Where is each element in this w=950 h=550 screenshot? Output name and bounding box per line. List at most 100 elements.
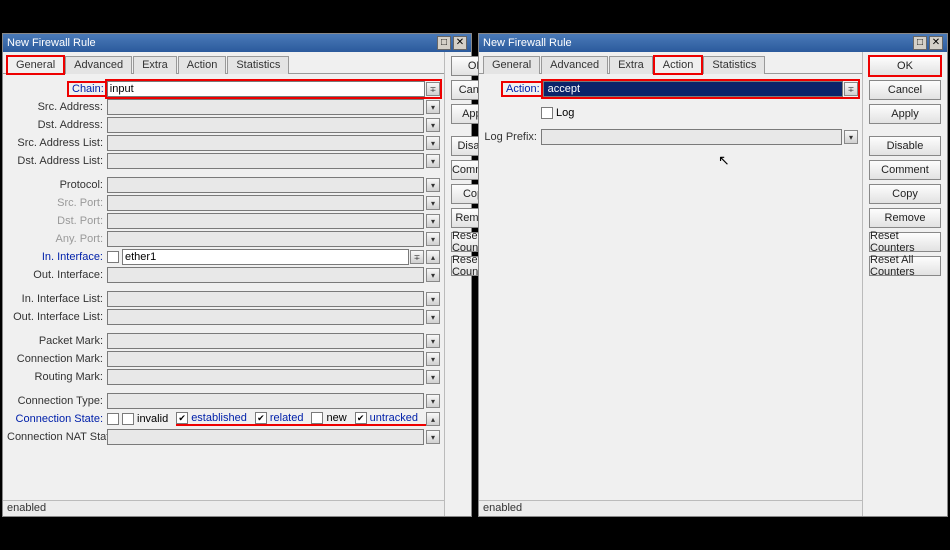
label-dst-address: Dst. Address: <box>7 119 107 131</box>
label-src-port: Src. Port: <box>7 197 107 209</box>
button-panel: OK Cancel Apply Disable Comment Copy Rem… <box>863 52 947 516</box>
dst-address-list-input[interactable] <box>107 153 424 169</box>
protocol-input[interactable] <box>107 177 424 193</box>
label-connection-type: Connection Type: <box>7 395 107 407</box>
tab-statistics[interactable]: Statistics <box>703 56 765 74</box>
expand-icon[interactable]: ▾ <box>426 118 440 132</box>
established-checkbox[interactable] <box>176 412 188 424</box>
label-chain: Chain: <box>69 83 107 95</box>
action-dropdown-icon[interactable]: ∓ <box>844 82 858 96</box>
collapse-icon[interactable]: ▴ <box>426 412 440 426</box>
connection-type-input[interactable] <box>107 393 424 409</box>
in-interface-input[interactable]: ether1 <box>122 249 409 265</box>
ok-button[interactable]: OK <box>869 56 941 76</box>
close-icon[interactable]: ✕ <box>929 36 943 50</box>
label-out-interface-list: Out. Interface List: <box>7 311 107 323</box>
reset-counters-button[interactable]: Reset Counters <box>869 232 941 252</box>
expand-icon[interactable]: ▾ <box>426 310 440 324</box>
packet-mark-input[interactable] <box>107 333 424 349</box>
titlebar[interactable]: New Firewall Rule □ ✕ <box>3 34 471 52</box>
log-prefix-input[interactable] <box>541 129 842 145</box>
label-connection-nat-state: Connection NAT State: <box>7 431 107 443</box>
label-connection-mark: Connection Mark: <box>7 353 107 365</box>
invalid-checkbox[interactable] <box>122 413 134 425</box>
status-bar: enabled <box>3 500 444 516</box>
titlebar[interactable]: New Firewall Rule □ ✕ <box>479 34 947 52</box>
form: Action: accept∓ Log Log Prefix:▾ <box>479 74 862 500</box>
apply-button[interactable]: Apply <box>869 104 941 124</box>
tab-action[interactable]: Action <box>654 56 703 74</box>
tab-general[interactable]: General <box>7 56 64 74</box>
in-interface-not-checkbox[interactable] <box>107 251 119 263</box>
tab-bar: General Advanced Extra Action Statistics <box>3 52 444 74</box>
minimize-icon[interactable]: □ <box>913 36 927 50</box>
chain-input[interactable]: input <box>107 81 425 97</box>
connection-mark-input[interactable] <box>107 351 424 367</box>
reset-all-counters-button[interactable]: Reset All Counters <box>869 256 941 276</box>
expand-icon[interactable]: ▾ <box>426 334 440 348</box>
in-interface-list-input[interactable] <box>107 291 424 307</box>
expand-icon[interactable]: ▾ <box>426 370 440 384</box>
label-log: Log <box>556 107 574 119</box>
expand-icon[interactable]: ▾ <box>426 214 440 228</box>
expand-icon[interactable]: ▾ <box>426 232 440 246</box>
expand-icon[interactable]: ▾ <box>426 268 440 282</box>
collapse-icon[interactable]: ▴ <box>426 250 440 264</box>
dst-address-input[interactable] <box>107 117 424 133</box>
window-firewall-rule-general: New Firewall Rule □ ✕ General Advanced E… <box>2 33 472 517</box>
label-log-prefix: Log Prefix: <box>483 131 541 143</box>
tab-advanced[interactable]: Advanced <box>65 56 132 74</box>
label-dst-port: Dst. Port: <box>7 215 107 227</box>
new-checkbox[interactable] <box>311 412 323 424</box>
out-interface-list-input[interactable] <box>107 309 424 325</box>
label-out-interface: Out. Interface: <box>7 269 107 281</box>
copy-button[interactable]: Copy <box>869 184 941 204</box>
tab-action[interactable]: Action <box>178 56 227 74</box>
label-src-address: Src. Address: <box>7 101 107 113</box>
window-firewall-rule-action: New Firewall Rule □ ✕ General Advanced E… <box>478 33 948 517</box>
tab-statistics[interactable]: Statistics <box>227 56 289 74</box>
label-in-interface: In. Interface: <box>7 251 107 263</box>
chain-dropdown-icon[interactable]: ∓ <box>426 82 440 96</box>
out-interface-input[interactable] <box>107 267 424 283</box>
comment-button[interactable]: Comment <box>869 160 941 180</box>
expand-icon[interactable]: ▾ <box>426 292 440 306</box>
field-chain: input∓ <box>107 81 440 97</box>
expand-icon[interactable]: ▾ <box>426 178 440 192</box>
expand-icon[interactable]: ▾ <box>426 196 440 210</box>
field-action: accept∓ <box>543 81 858 97</box>
src-address-input[interactable] <box>107 99 424 115</box>
expand-icon[interactable]: ▾ <box>844 130 858 144</box>
dst-port-input <box>107 213 424 229</box>
content: General Advanced Extra Action Statistics… <box>3 52 471 516</box>
expand-icon[interactable]: ▾ <box>426 154 440 168</box>
minimize-icon[interactable]: □ <box>437 36 451 50</box>
expand-icon[interactable]: ▾ <box>426 430 440 444</box>
label-packet-mark: Packet Mark: <box>7 335 107 347</box>
label-src-address-list: Src. Address List: <box>7 137 107 149</box>
src-address-list-input[interactable] <box>107 135 424 151</box>
remove-button[interactable]: Remove <box>869 208 941 228</box>
label-protocol: Protocol: <box>7 179 107 191</box>
cancel-button[interactable]: Cancel <box>869 80 941 100</box>
related-checkbox[interactable] <box>255 412 267 424</box>
dropdown-icon[interactable]: ∓ <box>410 250 424 264</box>
tab-advanced[interactable]: Advanced <box>541 56 608 74</box>
expand-icon[interactable]: ▾ <box>426 352 440 366</box>
connection-nat-state-input[interactable] <box>107 429 424 445</box>
close-icon[interactable]: ✕ <box>453 36 467 50</box>
label-any-port: Any. Port: <box>7 233 107 245</box>
disable-button[interactable]: Disable <box>869 136 941 156</box>
not-checkbox[interactable] <box>107 413 119 425</box>
tab-general[interactable]: General <box>483 56 540 74</box>
label-dst-address-list: Dst. Address List: <box>7 155 107 167</box>
expand-icon[interactable]: ▾ <box>426 394 440 408</box>
log-checkbox[interactable] <box>541 107 553 119</box>
routing-mark-input[interactable] <box>107 369 424 385</box>
expand-icon[interactable]: ▾ <box>426 136 440 150</box>
tab-extra[interactable]: Extra <box>609 56 653 74</box>
untracked-checkbox[interactable] <box>355 412 367 424</box>
tab-extra[interactable]: Extra <box>133 56 177 74</box>
expand-icon[interactable]: ▾ <box>426 100 440 114</box>
action-input[interactable]: accept <box>543 81 843 97</box>
